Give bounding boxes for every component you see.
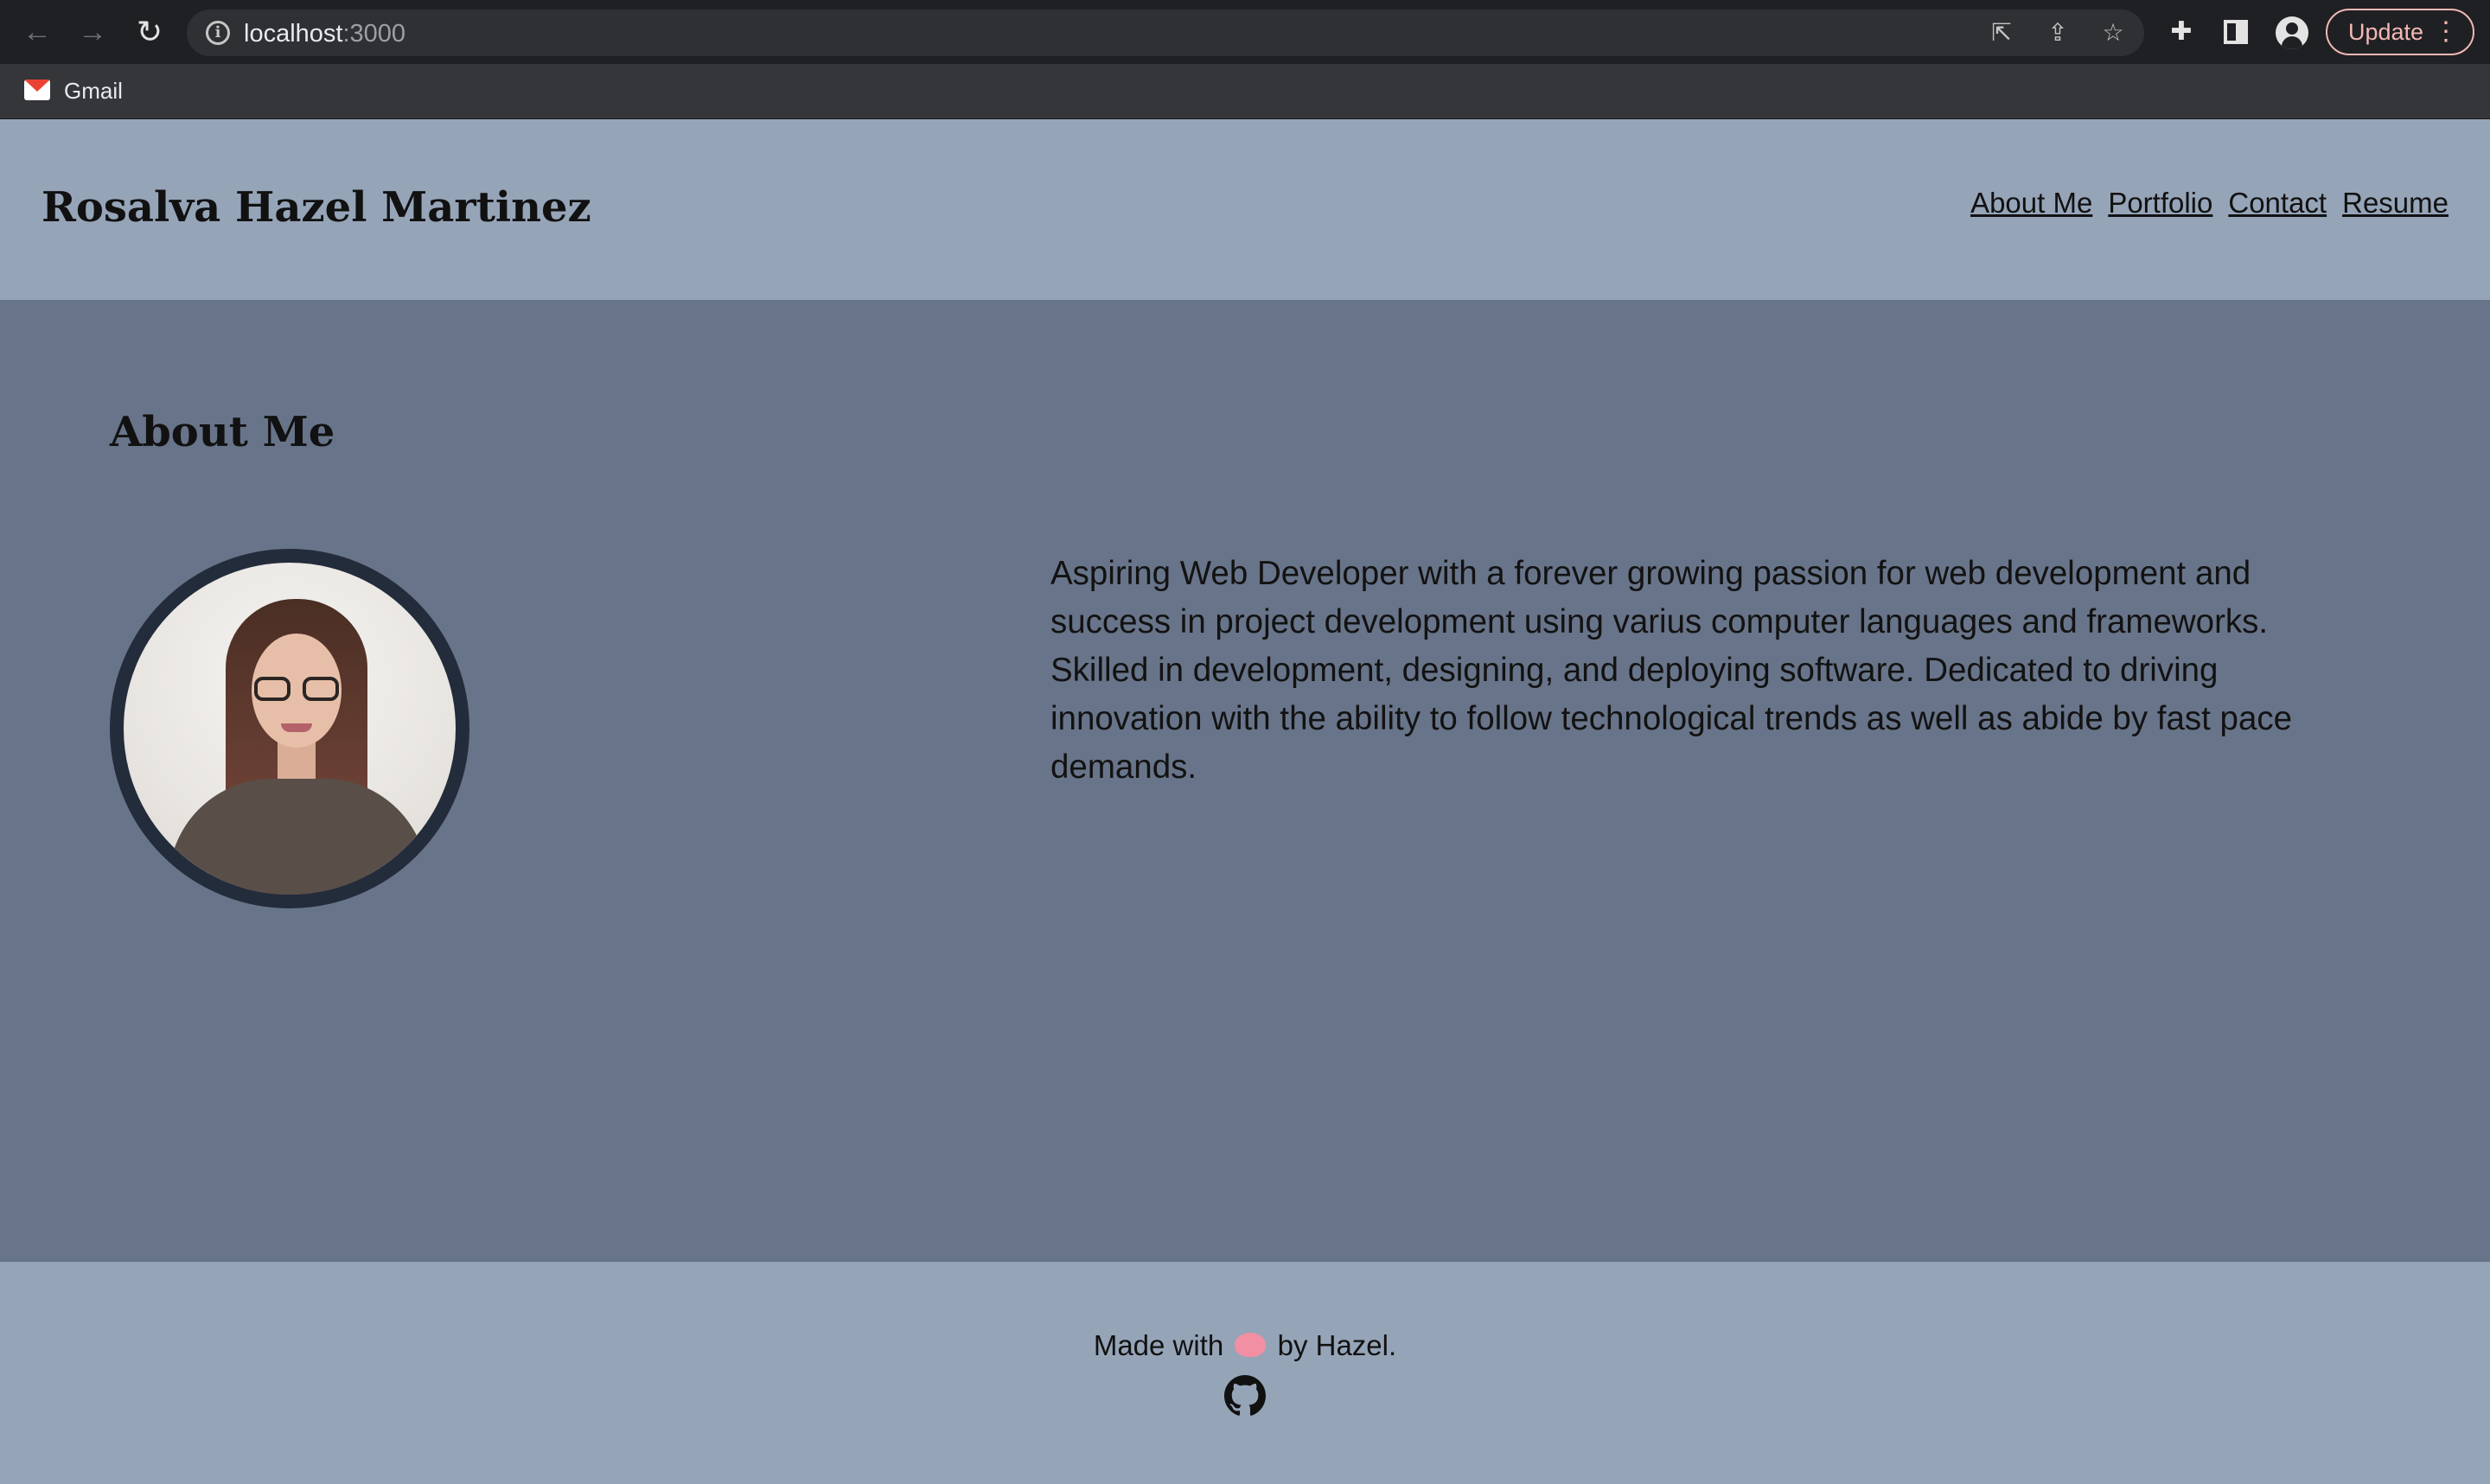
gmail-icon[interactable] (24, 80, 50, 100)
browser-toolbar: ← → ↻ i localhost:3000 ⇱ ⇪ ☆ ✚ Update ⋮ (0, 0, 2490, 64)
url-text[interactable]: localhost:3000 (244, 20, 405, 48)
open-in-new-window-icon[interactable]: ⇱ (1986, 17, 2017, 48)
update-button[interactable]: Update ⋮ (2326, 9, 2474, 55)
back-arrow-icon[interactable]: ← (17, 12, 57, 52)
footer-credit: Made with by Hazel. (1093, 1329, 1397, 1361)
main-nav: About Me Portfolio Contact Resume (1970, 187, 2448, 220)
brain-icon (1235, 1333, 1267, 1358)
bookmark-gmail[interactable]: Gmail (64, 78, 123, 105)
forward-arrow-icon[interactable]: → (73, 12, 112, 52)
side-panel-icon[interactable] (2224, 20, 2248, 44)
github-icon[interactable] (1224, 1375, 1266, 1417)
section-heading: About Me (110, 408, 335, 456)
site-info-icon[interactable]: i (206, 21, 230, 45)
site-header: Rosalva Hazel Martinez About Me Portfoli… (0, 119, 2490, 300)
bio-text: Aspiring Web Developer with a forever gr… (1050, 555, 2293, 786)
site-title: Rosalva Hazel Martinez (42, 183, 591, 232)
profile-photo (110, 549, 469, 908)
nav-link-contact[interactable]: Contact (2228, 187, 2327, 220)
nav-link-resume[interactable]: Resume (2342, 187, 2448, 220)
menu-dots-icon[interactable]: ⋮ (2433, 10, 2459, 54)
nav-link-about-me[interactable]: About Me (1970, 187, 2092, 220)
profile-avatar-icon[interactable] (2276, 16, 2308, 49)
site-footer: Made with by Hazel. (0, 1262, 2490, 1484)
extensions-puzzle-icon[interactable]: ✚ (2164, 15, 2199, 49)
reload-icon[interactable]: ↻ (130, 12, 169, 52)
nav-link-portfolio[interactable]: Portfolio (2108, 187, 2212, 220)
address-bar[interactable]: i localhost:3000 ⇱ ⇪ ☆ (187, 10, 2144, 56)
bookmarks-bar: Gmail (0, 64, 2490, 119)
bookmark-star-icon[interactable]: ☆ (2097, 17, 2129, 48)
share-icon[interactable]: ⇪ (2042, 17, 2073, 48)
